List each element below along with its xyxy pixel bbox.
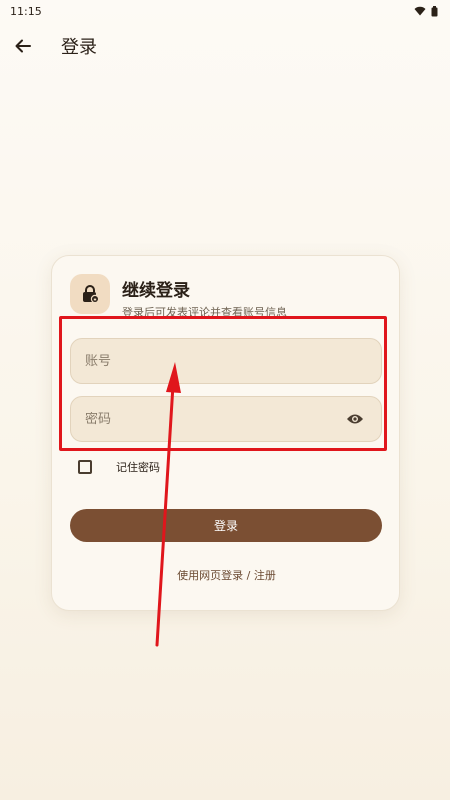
remember-password-label: 记住密码 (116, 461, 160, 474)
card-icon-badge (70, 274, 110, 314)
annotation-highlight-box (59, 316, 387, 451)
remember-password[interactable]: 记住密码 (78, 459, 160, 475)
card-title: 继续登录 (122, 281, 190, 301)
app-bar: 登录 (0, 24, 450, 68)
back-button[interactable] (1, 24, 45, 68)
remember-password-checkbox[interactable] (78, 460, 92, 474)
status-icons (414, 5, 438, 17)
wifi-icon (414, 6, 426, 16)
status-bar: 11:15 (0, 0, 450, 22)
arrow-left-icon (15, 39, 31, 53)
status-time: 11:15 (10, 4, 42, 18)
login-button[interactable]: 登录 (70, 509, 382, 542)
page-title: 登录 (61, 37, 97, 58)
battery-icon (431, 5, 438, 16)
web-login-link[interactable]: 使用网页登录 / 注册 (52, 567, 401, 583)
lock-icon (83, 285, 100, 304)
